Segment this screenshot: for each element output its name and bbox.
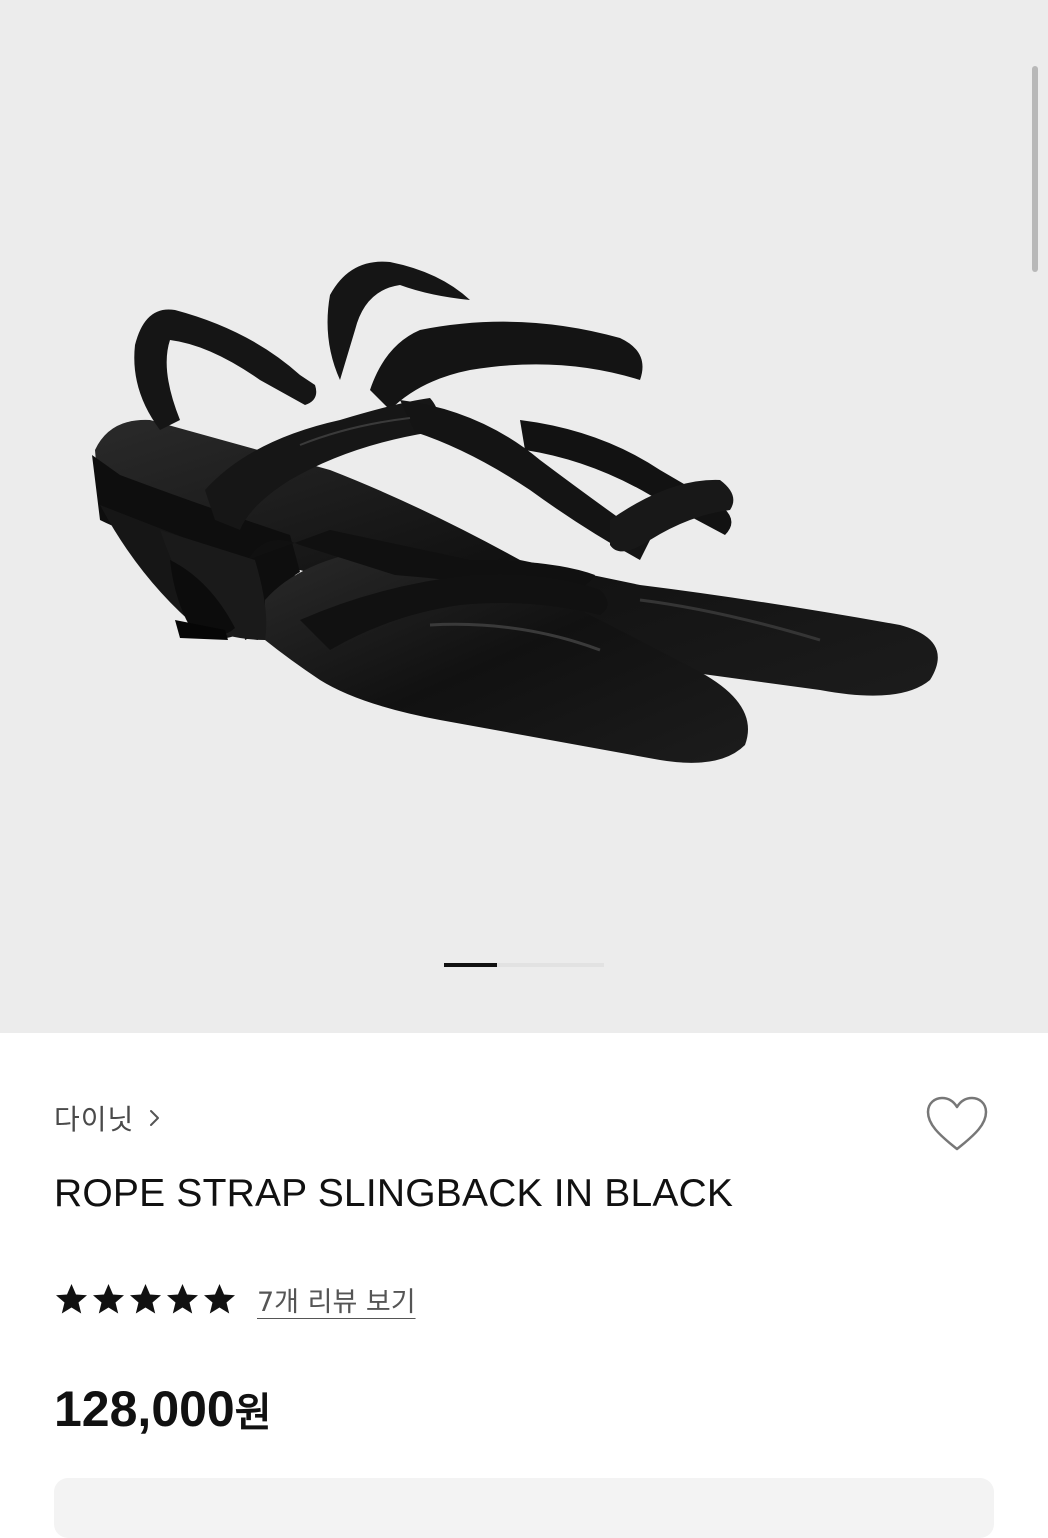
chevron-right-icon [150, 1110, 160, 1126]
star-filled-icon [130, 1284, 161, 1314]
brand-link[interactable]: 다이닛 [54, 1098, 162, 1138]
price: 128,000 원 [54, 1380, 272, 1438]
price-value: 128,000 [54, 1381, 235, 1437]
star-filled-icon [93, 1284, 124, 1314]
product-gallery[interactable] [0, 0, 1048, 1033]
option-selector[interactable] [54, 1478, 994, 1538]
image-indicator [444, 963, 604, 967]
scrollbar[interactable] [1032, 66, 1038, 272]
price-currency: 원 [234, 1391, 272, 1435]
star-rating [54, 1282, 237, 1316]
reviews-link[interactable]: 7개 리뷰 보기 [257, 1280, 416, 1319]
star-filled-icon [167, 1284, 198, 1314]
rating-row: 7개 리뷰 보기 [54, 1278, 416, 1320]
heart-outline-icon[interactable] [924, 1094, 990, 1156]
product-image[interactable] [0, 0, 1048, 1033]
image-indicator-active [444, 963, 497, 967]
star-filled-icon [56, 1284, 87, 1314]
product-title: ROPE STRAP SLINGBACK IN BLACK [54, 1172, 734, 1215]
star-filled-icon [204, 1284, 235, 1314]
brand-name[interactable]: 다이닛 [54, 1098, 134, 1138]
